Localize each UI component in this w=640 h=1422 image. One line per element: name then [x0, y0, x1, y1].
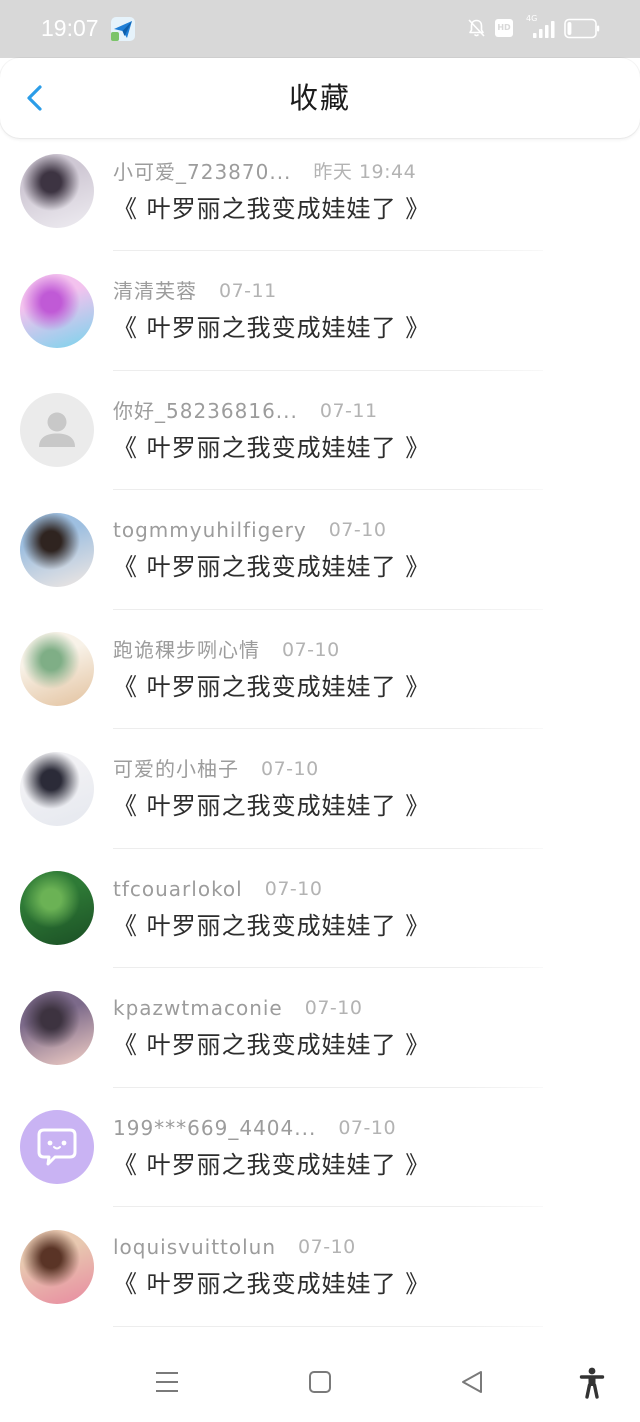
navigation-bar	[0, 1340, 640, 1422]
story-title: 《 叶罗丽之我变成娃娃了 》	[113, 433, 431, 462]
favorites-list: 小可爱_723870... 昨天 19:44 《 叶罗丽之我变成娃娃了 》 清清…	[0, 132, 640, 1327]
meta-row: togmmyuhilfigery 07-10	[113, 518, 386, 543]
timestamp: 07-10	[282, 638, 340, 661]
favorite-item[interactable]: 跑诡稞步咧心情 07-10 《 叶罗丽之我变成娃娃了 》	[0, 610, 640, 729]
paper-plane-icon	[111, 17, 135, 41]
accessibility-icon	[579, 1367, 605, 1399]
avatar[interactable]	[20, 154, 94, 228]
meta-row: 小可爱_723870... 昨天 19:44	[113, 160, 416, 185]
avatar[interactable]	[20, 871, 94, 945]
avatar[interactable]	[20, 512, 94, 587]
meta-row: tfcouarlokol 07-10	[113, 877, 322, 902]
signal-bar	[551, 21, 555, 38]
divider	[113, 1325, 543, 1327]
user-name: 小可爱_723870...	[113, 159, 292, 184]
hd-badge: HD	[495, 19, 513, 37]
home-square-icon	[309, 1371, 331, 1393]
avatar[interactable]	[20, 1110, 94, 1184]
timestamp: 07-10	[261, 758, 319, 780]
timestamp: 07-11	[319, 399, 378, 422]
favorite-item[interactable]: togmmyuhilfigery 07-10 《 叶罗丽之我变成娃娃了 》	[0, 490, 640, 610]
signal-bar	[545, 25, 549, 38]
user-name: togmmyuhilfigery	[113, 518, 307, 542]
meta-row: 跑诡稞步咧心情 07-10	[113, 638, 340, 663]
favorite-item[interactable]: 199***669_4404... 07-10 《 叶罗丽之我变成娃娃了 》	[0, 1088, 640, 1207]
timestamp: 07-10	[264, 877, 323, 900]
user-name: 可爱的小柚子	[113, 757, 239, 781]
favorite-item[interactable]: 小可爱_723870... 昨天 19:44 《 叶罗丽之我变成娃娃了 》	[0, 132, 640, 251]
signal-bar	[539, 29, 543, 38]
story-title: 《 叶罗丽之我变成娃娃了 》	[113, 1150, 431, 1179]
meta-row: 你好_58236816... 07-11	[113, 399, 378, 424]
favorite-item[interactable]: loquisvuittolun 07-10 《 叶罗丽之我变成娃娃了 》	[0, 1207, 640, 1327]
user-name: loquisvuittolun	[113, 1235, 277, 1259]
back-triangle-icon	[462, 1371, 482, 1393]
timestamp: 07-10	[304, 997, 363, 1019]
story-title: 《 叶罗丽之我变成娃娃了 》	[113, 553, 431, 581]
timestamp: 07-10	[298, 1236, 356, 1258]
story-title: 《 叶罗丽之我变成娃娃了 》	[113, 672, 431, 701]
system-back-button[interactable]	[459, 1369, 485, 1395]
favorite-item[interactable]: kpazwtmaconie 07-10 《 叶罗丽之我变成娃娃了 》	[0, 968, 640, 1088]
chat-bubble-icon	[37, 1128, 77, 1166]
menu-icon	[156, 1372, 178, 1392]
favorite-item[interactable]: tfcouarlokol 07-10 《 叶罗丽之我变成娃娃了 》	[0, 849, 640, 968]
user-name: 你好_58236816...	[113, 398, 298, 423]
signal-icon	[533, 21, 555, 38]
signal-bar	[533, 33, 537, 38]
status-bar: 19:07 HD 4G	[0, 0, 640, 58]
avatar[interactable]	[20, 1229, 94, 1304]
battery-fill	[567, 22, 572, 35]
bell-off-icon	[468, 19, 485, 37]
favorite-item[interactable]: 清清芙蓉 07-11 《 叶罗丽之我变成娃娃了 》	[0, 251, 640, 371]
story-title: 《 叶罗丽之我变成娃娃了 》	[113, 911, 431, 940]
avatar[interactable]	[20, 990, 94, 1065]
meta-row: kpazwtmaconie 07-10	[113, 996, 362, 1021]
story-title: 《 叶罗丽之我变成娃娃了 》	[113, 1031, 431, 1059]
user-name: 清清芙蓉	[113, 279, 197, 303]
meta-row: 199***669_4404... 07-10	[113, 1116, 396, 1141]
avatar[interactable]	[20, 632, 94, 706]
page-title: 收藏	[288, 81, 351, 115]
story-title: 《 叶罗丽之我变成娃娃了 》	[113, 792, 431, 820]
accessibility-button[interactable]	[579, 1367, 605, 1399]
user-name: 跑诡稞步咧心情	[113, 637, 260, 662]
avatar[interactable]	[20, 393, 94, 467]
meta-row: 清清芙蓉 07-11	[113, 279, 277, 304]
status-time: 19:07	[41, 15, 99, 41]
avatar[interactable]	[20, 751, 94, 826]
meta-row: loquisvuittolun 07-10	[113, 1235, 356, 1260]
meta-row: 可爱的小柚子 07-10	[113, 757, 319, 782]
timestamp: 07-10	[338, 1116, 397, 1139]
timestamp: 07-10	[328, 519, 387, 541]
story-title: 《 叶罗丽之我变成娃娃了 》	[113, 314, 431, 342]
story-title: 《 叶罗丽之我变成娃娃了 》	[113, 1270, 431, 1298]
home-button[interactable]	[307, 1369, 333, 1395]
favorite-item[interactable]: 你好_58236816... 07-11 《 叶罗丽之我变成娃娃了 》	[0, 371, 640, 490]
timestamp: 昨天 19:44	[313, 160, 417, 183]
favorite-item[interactable]: 可爱的小柚子 07-10 《 叶罗丽之我变成娃娃了 》	[0, 729, 640, 849]
battery-icon	[564, 18, 600, 39]
timestamp: 07-11	[219, 280, 277, 302]
story-title: 《 叶罗丽之我变成娃娃了 》	[113, 194, 431, 223]
person-silhouette-icon	[39, 412, 75, 447]
user-name: kpazwtmaconie	[113, 996, 283, 1020]
user-name: 199***669_4404...	[113, 1115, 317, 1140]
user-name: tfcouarlokol	[113, 876, 243, 901]
recent-apps-button[interactable]	[154, 1369, 180, 1395]
avatar[interactable]	[20, 273, 94, 348]
header: 收藏	[0, 58, 640, 138]
